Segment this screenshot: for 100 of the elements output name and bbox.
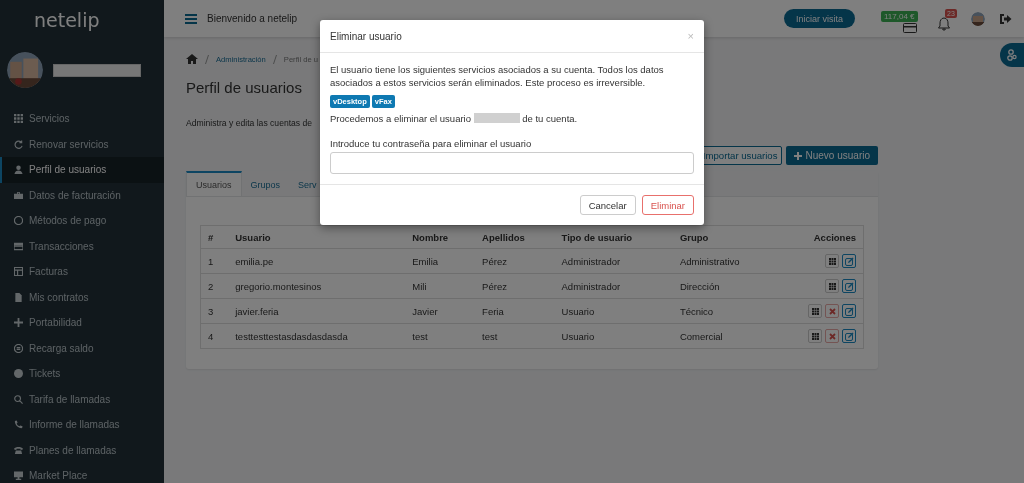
table-cell: test: [405, 323, 476, 349]
table-cell: Dirección: [672, 273, 776, 299]
grid-icon: [811, 332, 819, 340]
tab[interactable]: Usuarios: [186, 171, 242, 196]
briefcase-icon: [14, 190, 23, 200]
grid-button[interactable]: [808, 304, 822, 318]
search-icon: [14, 394, 23, 404]
cancel-button[interactable]: Cancelar: [579, 195, 636, 215]
grid-button[interactable]: [808, 329, 822, 343]
page-title: Perfil de usuarios: [186, 79, 302, 98]
confirm-message: Procedemos a eliminar el usuario de tu cuenta.: [330, 112, 579, 125]
warning-message: El usuario tiene los siguientes servicios asociados a su cuenta. Todos los datos asociados a estos servicios serán eliminados. Este proceso es irreversible.: [330, 63, 665, 89]
sidebar-item[interactable]: Informe de llamadas: [0, 412, 164, 438]
password-field[interactable]: [330, 152, 694, 174]
column-header: #: [200, 225, 229, 249]
edit-button[interactable]: [842, 279, 856, 293]
table-cell: 3: [200, 298, 229, 324]
credit-card-icon[interactable]: [903, 22, 917, 33]
new-user-button[interactable]: Nuevo usuario: [785, 146, 878, 165]
bell-icon[interactable]: [937, 16, 951, 31]
edit-button[interactable]: [842, 254, 856, 268]
table-cell: Administrador: [554, 273, 673, 299]
card-icon: [14, 241, 23, 251]
menu-icon[interactable]: [185, 13, 197, 24]
grid-icon: [828, 257, 836, 265]
edit-icon: [844, 256, 854, 266]
table-cell: Usuario: [554, 298, 673, 324]
document-icon: [14, 292, 23, 302]
edit-icon: [844, 306, 854, 316]
table-icon: [14, 267, 23, 277]
sidebar-item[interactable]: Portabilidad: [0, 310, 164, 336]
table-cell: Usuario: [554, 323, 673, 349]
table-cell: Administrativo: [672, 248, 776, 274]
telephone-icon: [14, 445, 23, 455]
monitor-icon: [14, 471, 23, 481]
sidebar-item[interactable]: Perfil de usuarios: [0, 157, 164, 183]
table-cell: javier.feria: [228, 298, 406, 324]
grid-button[interactable]: [825, 279, 839, 293]
sidebar-item[interactable]: Tarifa de llamadas: [0, 386, 164, 412]
delete-confirm-button[interactable]: Eliminar: [641, 195, 694, 215]
sidebar-item[interactable]: Métodos de pago: [0, 208, 164, 234]
sidebar-item[interactable]: Tickets: [0, 361, 164, 387]
delete-button[interactable]: [825, 329, 839, 343]
table-cell: Pérez: [475, 273, 555, 299]
table-cell: 1: [200, 248, 229, 274]
sidebar-item[interactable]: Facturas: [0, 259, 164, 285]
dialog-title: Eliminar usuario: [330, 30, 402, 42]
table-cell: Emilia: [405, 248, 476, 274]
close-button[interactable]: ×: [687, 30, 694, 42]
logout-icon[interactable]: [999, 12, 1012, 25]
sidebar-item[interactable]: Recarga saldo: [0, 335, 164, 361]
grid-icon: [811, 307, 819, 315]
breadcrumb-separator: [272, 54, 277, 64]
sidebar-item[interactable]: Renovar servicios: [0, 131, 164, 157]
plus-icon: [793, 151, 802, 160]
sidebar-item[interactable]: Mis contratos: [0, 284, 164, 310]
table-cell: Comercial: [672, 323, 776, 349]
sidebar-item[interactable]: Market Place: [0, 463, 164, 483]
logo: netelip: [33, 8, 101, 33]
column-header: Acciones: [776, 225, 864, 249]
edit-icon: [844, 281, 854, 291]
table-cell: test: [475, 323, 555, 349]
grid-button[interactable]: [825, 254, 839, 268]
phone-icon: [14, 420, 23, 430]
refresh-icon: [14, 139, 23, 149]
page-description: Administra y edita las cuentas de: [186, 118, 313, 130]
table-cell: gregorio.montesinos: [228, 273, 406, 299]
table-cell: 2: [200, 273, 229, 299]
close-icon: [828, 307, 836, 315]
sidebar-item[interactable]: Servicios: [0, 106, 164, 132]
tab[interactable]: Grupos: [241, 171, 290, 196]
grid-icon: [828, 282, 836, 290]
table-cell: Pérez: [475, 248, 555, 274]
settings-icon: [1007, 49, 1017, 61]
edit-icon: [844, 331, 854, 341]
close-icon: [828, 332, 836, 340]
settings-button[interactable]: [1000, 43, 1024, 67]
table-cell: Técnico: [672, 298, 776, 324]
table-cell: Administrador: [554, 248, 673, 274]
user-icon: [14, 165, 23, 175]
start-visit-button[interactable]: Iniciar visita: [784, 9, 855, 28]
delete-button[interactable]: [825, 304, 839, 318]
edit-button[interactable]: [842, 329, 856, 343]
table-cell: Mili: [405, 273, 476, 299]
table-cell: Feria: [475, 298, 555, 324]
greeting: Bienvenido a netelip: [207, 13, 298, 24]
home-icon[interactable]: [186, 54, 198, 64]
password-label: Introduce tu contraseña para eliminar el usuario: [330, 138, 533, 149]
balance-badge: 117,04 €: [881, 10, 918, 22]
table-cell: testtesttestasdasdasdasda: [228, 323, 406, 349]
plus-icon: [14, 318, 23, 328]
sidebar-item[interactable]: Datos de facturación: [0, 182, 164, 208]
sidebar-item[interactable]: Transacciones: [0, 233, 164, 259]
grid-icon: [14, 114, 23, 124]
table-cell: Javier: [405, 298, 476, 324]
breadcrumb-separator: [205, 54, 209, 64]
table-cell: 4: [200, 323, 229, 349]
edit-button[interactable]: [842, 304, 856, 318]
sidebar-item[interactable]: Planes de llamadas: [0, 437, 164, 463]
table-cell: emilia.pe: [228, 248, 406, 274]
